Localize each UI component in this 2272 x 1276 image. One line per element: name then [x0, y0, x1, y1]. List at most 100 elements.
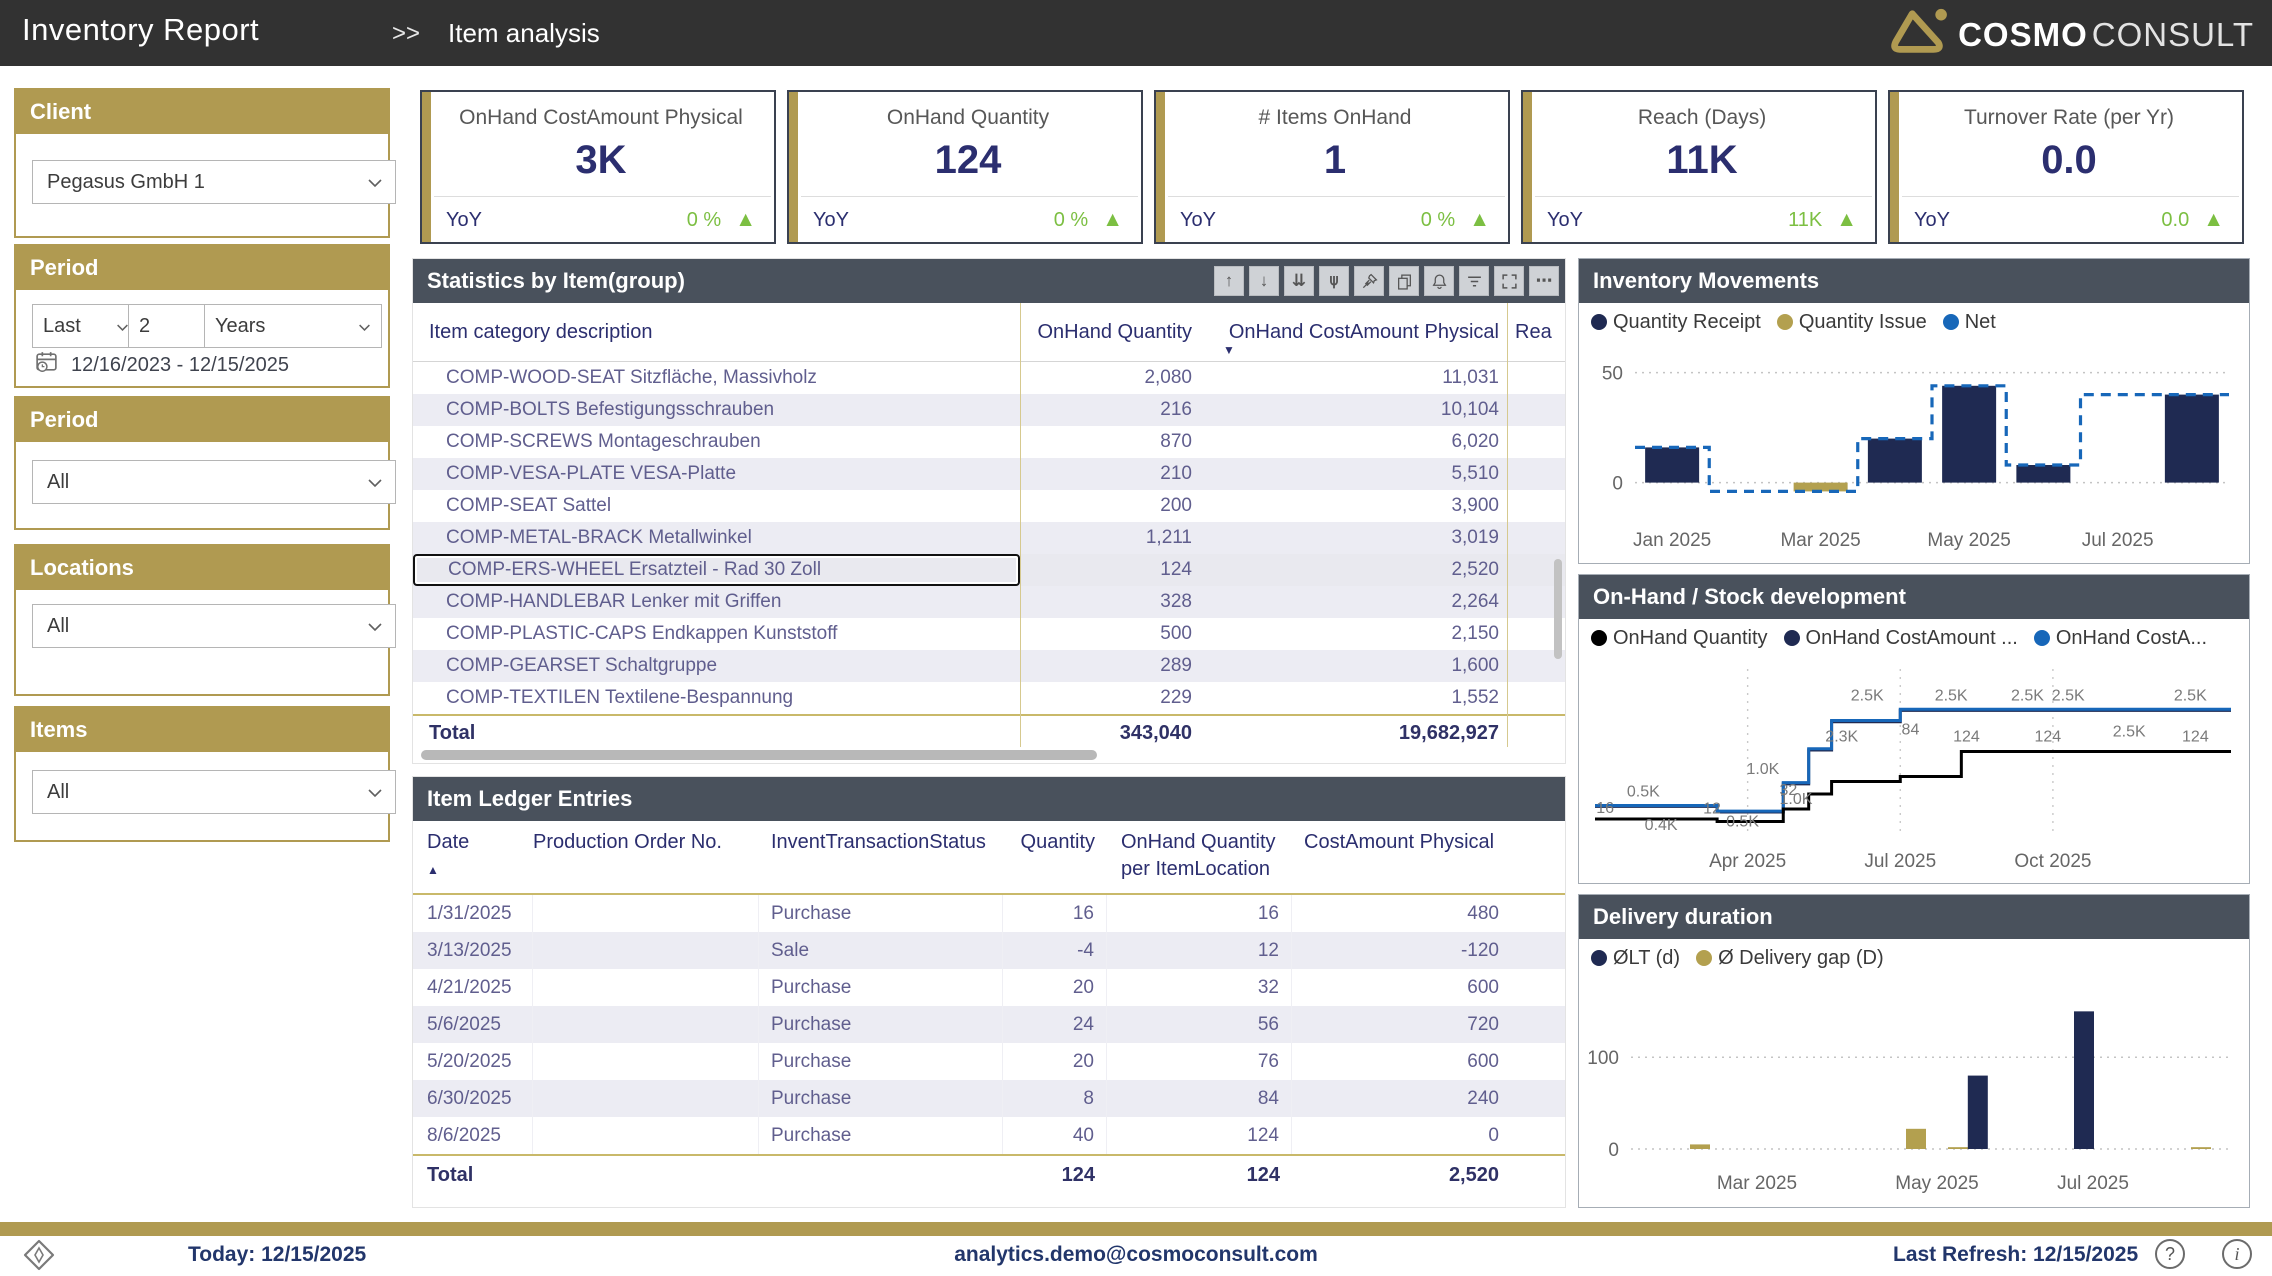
logo-text-bold: COSMO — [1958, 16, 2088, 54]
yoy-label: YoY — [1914, 209, 1950, 232]
stock-development-panel: On-Hand / Stock development OnHand Quant… — [1578, 574, 2250, 884]
table-row[interactable]: COMP-ERS-WHEEL Ersatzteil - Rad 30 Zoll1… — [413, 554, 1565, 586]
statistics-rows: COMP-WOOD-SEAT Sitzfläche, Massivholz2,0… — [413, 362, 1565, 714]
delivery-duration-chart: 0100Mar 2025May 2025Jul 2025 — [1579, 977, 2249, 1207]
period-count-input[interactable] — [128, 304, 214, 348]
gold-accent-bar — [1890, 92, 1899, 242]
table-row[interactable]: 5/20/2025Purchase2076600 — [413, 1043, 1565, 1080]
info-button[interactable]: i — [2222, 1239, 2252, 1269]
legend-item[interactable]: OnHand Quantity — [1591, 627, 1768, 650]
qty-cell: 16 — [1003, 895, 1107, 932]
vertical-scrollbar[interactable] — [1554, 559, 1562, 659]
chevron-down-icon — [358, 315, 371, 338]
date-cell: 5/20/2025 — [413, 1043, 533, 1080]
reach-cell — [1507, 458, 1565, 490]
table-row[interactable]: 8/6/2025Purchase401240 — [413, 1117, 1565, 1154]
column-header-cost[interactable]: OnHand CostAmount Physical — [1206, 321, 1507, 344]
table-row[interactable]: COMP-TEXTILEN Textilene-Bespannung2291,5… — [413, 682, 1565, 714]
table-row[interactable]: 3/13/2025Sale-412-120 — [413, 932, 1565, 969]
onhand-cell: 124 — [1107, 1117, 1292, 1154]
column-header-item[interactable]: Item category description — [413, 321, 1020, 344]
legend-item[interactable]: OnHand CostAmount ... — [1784, 627, 2018, 650]
cost-cell: 2,150 — [1206, 618, 1507, 650]
statistics-title-text: Statistics by Item(group) — [427, 268, 685, 293]
period-dropdown[interactable]: All — [32, 460, 396, 504]
legend-item[interactable]: OnHand CostA... — [2034, 627, 2207, 650]
table-row[interactable]: 5/6/2025Purchase2456720 — [413, 1006, 1565, 1043]
items-dropdown[interactable]: All — [32, 770, 396, 814]
period-mode-value: Last — [43, 315, 81, 338]
help-button[interactable]: ? — [2155, 1239, 2185, 1269]
onhand-qty-cell: 2,080 — [1020, 362, 1206, 394]
table-row[interactable]: 6/30/2025Purchase884240 — [413, 1080, 1565, 1117]
filters-icon[interactable] — [1459, 266, 1489, 296]
onhand-qty-cell: 1,211 — [1020, 522, 1206, 554]
drill-up-icon[interactable]: ↑ — [1214, 266, 1244, 296]
table-row[interactable]: COMP-WOOD-SEAT Sitzfläche, Massivholz2,0… — [413, 362, 1565, 394]
status-cell: Purchase — [759, 969, 1003, 1006]
drill-down-icon[interactable]: ↓ — [1249, 266, 1279, 296]
column-header-reach[interactable]: Rea — [1507, 321, 1565, 344]
cost-cell: 2,264 — [1206, 586, 1507, 618]
table-row[interactable]: COMP-HANDLEBAR Lenker mit Griffen3282,26… — [413, 586, 1565, 618]
pin-icon[interactable] — [1354, 266, 1384, 296]
total-onhand: 124 — [1107, 1156, 1292, 1194]
table-row[interactable]: 4/21/2025Purchase2032600 — [413, 969, 1565, 1006]
legend-dot — [1591, 630, 1607, 646]
item-name-cell: COMP-PLASTIC-CAPS Endkappen Kunststoff — [413, 618, 1020, 650]
table-row[interactable]: COMP-VESA-PLATE VESA-Platte2105,510 — [413, 458, 1565, 490]
onhand-cell: 56 — [1107, 1006, 1292, 1043]
horizontal-scrollbar[interactable] — [421, 750, 1097, 760]
more-options-icon[interactable]: ⋯ — [1529, 266, 1559, 296]
locations-dropdown[interactable]: All — [32, 604, 396, 648]
date-cell: 8/6/2025 — [413, 1117, 533, 1154]
table-row[interactable]: COMP-SEAT Sattel2003,900 — [413, 490, 1565, 522]
legend-item[interactable]: Ø Delivery gap (D) — [1696, 947, 1884, 970]
column-header-cost[interactable]: CostAmount Physical — [1292, 829, 1507, 893]
svg-text:May 2025: May 2025 — [1927, 530, 2010, 551]
cost-cell: 5,510 — [1206, 458, 1507, 490]
legend-item[interactable]: Quantity Issue — [1777, 311, 1927, 334]
alert-icon[interactable] — [1424, 266, 1454, 296]
svg-text:May 2025: May 2025 — [1895, 1173, 1978, 1194]
yoy-label: YoY — [1180, 209, 1216, 232]
svg-text:Oct 2025: Oct 2025 — [2014, 851, 2091, 872]
svg-text:2.5K: 2.5K — [2113, 723, 2146, 740]
client-slicer-title: Client — [16, 90, 388, 134]
table-row[interactable]: 1/31/2025Purchase1616480 — [413, 895, 1565, 932]
legend-item[interactable]: Quantity Receipt — [1591, 311, 1761, 334]
item-name-cell: COMP-ERS-WHEEL Ersatzteil - Rad 30 Zoll — [413, 554, 1020, 586]
legend-item[interactable]: ØLT (d) — [1591, 947, 1680, 970]
item-name-cell: COMP-BOLTS Befestigungsschrauben — [413, 394, 1020, 426]
column-header-status[interactable]: InventTransactionStatus — [759, 829, 1003, 893]
legend-dot — [2034, 630, 2050, 646]
last-refresh: Last Refresh: 12/15/2025 — [1893, 1243, 2138, 1267]
legend-item[interactable]: Net — [1943, 311, 1996, 334]
cost-cell: 600 — [1292, 1043, 1507, 1080]
table-row[interactable]: COMP-SCREWS Montageschrauben8706,020 — [413, 426, 1565, 458]
copy-icon[interactable] — [1389, 266, 1419, 296]
legend-dot — [1777, 314, 1793, 330]
table-row[interactable]: COMP-METAL-BRACK Metallwinkel1,2113,019 — [413, 522, 1565, 554]
item-name-cell: COMP-HANDLEBAR Lenker mit Griffen — [413, 586, 1020, 618]
table-row[interactable]: COMP-BOLTS Befestigungsschrauben21610,10… — [413, 394, 1565, 426]
column-header-date[interactable]: Date▲ — [413, 829, 533, 893]
period-mode-select[interactable]: Last — [32, 304, 140, 348]
period-slicer: Period All — [14, 396, 390, 530]
client-dropdown[interactable]: Pegasus GmbH 1 — [32, 160, 396, 204]
svg-text:0: 0 — [1608, 1140, 1619, 1161]
status-cell: Purchase — [759, 895, 1003, 932]
column-header-order[interactable]: Production Order No. — [533, 829, 759, 893]
item-name-cell: COMP-VESA-PLATE VESA-Platte — [413, 458, 1020, 490]
table-row[interactable]: COMP-PLASTIC-CAPS Endkappen Kunststoff50… — [413, 618, 1565, 650]
table-row[interactable]: COMP-GEARSET Schaltgruppe2891,600 — [413, 650, 1565, 682]
column-header-quantity[interactable]: Quantity — [1003, 829, 1107, 893]
chart-legend: Quantity Receipt Quantity Issue Net — [1579, 303, 2249, 341]
column-header-qty[interactable]: OnHand Quantity — [1020, 321, 1206, 344]
focus-mode-icon[interactable] — [1494, 266, 1524, 296]
period-unit-select[interactable]: Years — [204, 304, 382, 348]
column-header-onhand[interactable]: OnHand Quantityper ItemLocation — [1107, 829, 1292, 893]
expand-all-icon[interactable]: ⇊ — [1284, 266, 1314, 296]
expand-next-level-icon[interactable]: ⋔ — [1319, 266, 1349, 296]
ledger-rows: 1/31/2025Purchase16164803/13/2025Sale-41… — [413, 895, 1565, 1154]
